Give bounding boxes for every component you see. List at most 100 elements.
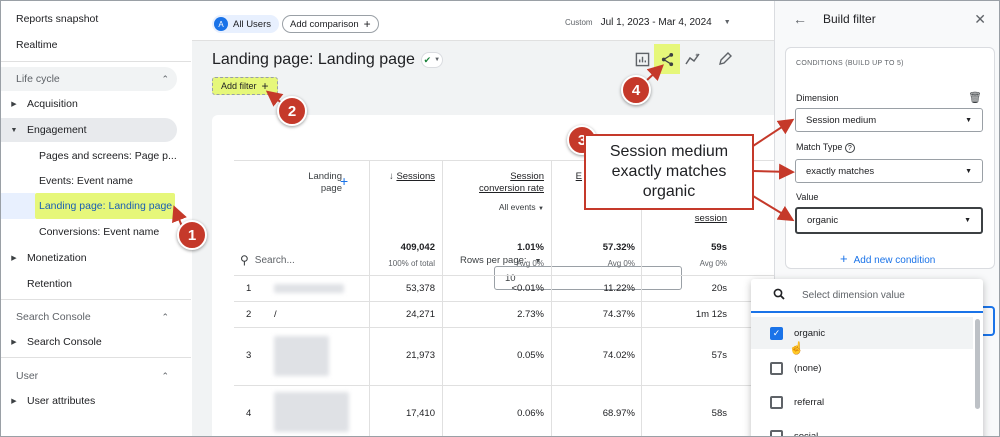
total-sub: Avg 0%	[516, 259, 544, 268]
divider	[1, 299, 191, 300]
option-organic[interactable]: ✓ organic ☝	[751, 317, 973, 355]
edit-icon[interactable]	[715, 49, 735, 69]
dimension-select[interactable]: Session medium ▼	[795, 108, 983, 132]
page-title: Landing page: Landing page ✔ ▼	[212, 51, 443, 69]
annotation-callout: Session medium exactly matches organic	[584, 134, 754, 210]
customize-report-icon[interactable]	[632, 49, 652, 69]
expand-arrow-icon: ▶	[11, 339, 17, 346]
dropdown-arrow-icon: ▼	[964, 217, 971, 224]
dimension-label: Dimension	[796, 93, 839, 103]
check-status-icon[interactable]: ✔ ▼	[420, 52, 443, 68]
divider	[1, 357, 191, 358]
total-engagement: 57.32%	[602, 242, 635, 253]
option-social[interactable]: social	[751, 420, 973, 436]
add-filter-button[interactable]: Add filter +	[212, 77, 278, 95]
annotation-badge-2: 2	[277, 96, 307, 126]
expand-arrow-icon: ▶	[11, 255, 17, 262]
section-lifecycle[interactable]: Life cycle ⌃	[1, 67, 177, 91]
add-dimension-icon[interactable]: +	[340, 174, 348, 188]
main-content: A All Users Add comparison + Custom Jul 1, …	[192, 1, 774, 436]
total-sessions: 409,042	[400, 242, 435, 253]
divider	[1, 61, 191, 62]
add-new-condition-button[interactable]: + Add new condition	[840, 251, 935, 266]
chevron-up-icon: ⌃	[161, 73, 169, 84]
checkbox-icon[interactable]	[770, 395, 783, 409]
sidebar-item-pages-screens[interactable]: Pages and screens: Page p...	[1, 144, 177, 168]
value-label: Value	[796, 192, 819, 202]
redacted-text	[274, 284, 344, 293]
chevron-up-icon: ⌃	[161, 311, 169, 322]
total-sub: Avg 0%	[699, 259, 727, 268]
column-header-duration[interactable]: session	[662, 213, 727, 225]
option-referral[interactable]: referral	[751, 386, 973, 418]
option-none[interactable]: (none)	[751, 352, 973, 384]
insights-icon[interactable]	[683, 49, 703, 69]
avatar: A	[214, 17, 228, 31]
table-search[interactable]: ⚲ Search...	[240, 253, 295, 267]
column-header-landing-page[interactable]: Landing page	[290, 171, 342, 195]
value-search-input[interactable]: Select dimension value	[751, 279, 983, 313]
plus-icon: +	[840, 251, 848, 266]
checkbox-checked-icon[interactable]: ✓	[770, 326, 783, 340]
plus-icon: +	[261, 79, 269, 93]
match-type-label: Match Type ?	[796, 142, 855, 153]
all-users-chip[interactable]: A All Users	[212, 15, 280, 33]
column-header-sessions[interactable]: ↓ Sessions	[377, 171, 435, 183]
checkbox-icon[interactable]	[770, 429, 783, 436]
conversion-event-select[interactable]: All events ▼	[462, 201, 544, 215]
search-icon	[773, 288, 785, 303]
column-header-engagement[interactable]: E	[572, 171, 582, 183]
expand-arrow-icon: ▶	[11, 398, 17, 405]
column-header-conversion-rate[interactable]: Session conversion rate	[462, 171, 544, 195]
date-range-picker[interactable]: Custom Jul 1, 2023 - Mar 4, 2024 ▼	[565, 17, 731, 28]
table-row[interactable]: 1 53,378 <0.01% 11.22% 20s	[234, 276, 774, 301]
section-search-console[interactable]: Search Console ⌃	[1, 305, 177, 329]
chevron-down-icon: ▼	[723, 19, 731, 26]
redacted-text	[274, 392, 349, 432]
dropdown-arrow-icon: ▼	[965, 167, 972, 175]
search-icon: ⚲	[240, 253, 249, 267]
dropdown-arrow-icon: ▼	[965, 116, 972, 124]
expand-arrow-icon: ▶	[11, 101, 17, 108]
sidebar-item-landing-page[interactable]: Landing page: Landing page	[1, 194, 177, 218]
table-row[interactable]: 3 21,973 0.05% 74.02% 57s	[234, 328, 774, 385]
conditions-header: CONDITIONS (BUILD UP TO 5)	[796, 60, 904, 67]
trash-icon[interactable]: 🗑	[968, 91, 982, 104]
top-bar: A All Users Add comparison + Custom Jul 1, …	[192, 1, 774, 41]
sidebar-item-conversions[interactable]: Conversions: Event name	[1, 220, 177, 244]
sidebar-item-engagement[interactable]: ▼ Engagement	[1, 118, 177, 142]
panel-header: ← Build filter ✕	[793, 10, 986, 28]
sidebar-item-monetization[interactable]: ▶ Monetization	[1, 246, 177, 270]
match-type-select[interactable]: exactly matches ▼	[795, 159, 983, 183]
help-icon[interactable]: ?	[844, 143, 855, 153]
value-select[interactable]: organic ▼	[795, 207, 983, 234]
sidebar-item-retention[interactable]: Retention	[1, 272, 177, 296]
dimension-value-dropdown: Select dimension value ✓ organic ☝ (none) …	[751, 279, 983, 436]
total-sub: 100% of total	[388, 259, 435, 268]
sidebar-item-realtime[interactable]: Realtime	[1, 33, 177, 57]
sidebar-item-search-console[interactable]: ▶ Search Console	[1, 330, 177, 354]
table-row[interactable]: 2 / 24,271 2.73% 74.37% 1m 12s	[234, 302, 774, 327]
sidebar-item-acquisition[interactable]: ▶ Acquisition	[1, 92, 177, 116]
app-frame: Reports snapshot Realtime Life cycle ⌃ ▶ A…	[0, 0, 1000, 437]
collapse-arrow-icon: ▼	[10, 126, 18, 134]
conditions-box	[785, 47, 995, 269]
share-icon[interactable]	[657, 49, 677, 69]
sidebar: Reports snapshot Realtime Life cycle ⌃ ▶ A…	[1, 1, 191, 436]
add-comparison-button[interactable]: Add comparison +	[282, 15, 379, 33]
sidebar-item-user-attributes[interactable]: ▶ User attributes	[1, 389, 177, 413]
chevron-up-icon: ⌃	[161, 370, 169, 381]
sidebar-item-events[interactable]: Events: Event name	[1, 169, 177, 193]
sidebar-item-reports-snapshot[interactable]: Reports snapshot	[1, 7, 177, 31]
back-arrow-icon[interactable]: ←	[793, 11, 807, 27]
annotation-badge-1: 1	[177, 220, 207, 250]
scrollbar[interactable]	[975, 319, 980, 409]
section-user[interactable]: User ⌃	[1, 364, 177, 388]
checkbox-icon[interactable]	[770, 361, 783, 375]
total-duration: 59s	[711, 242, 727, 253]
close-icon[interactable]: ✕	[974, 11, 986, 28]
redacted-text	[274, 336, 329, 376]
total-conversion-rate: 1.01%	[517, 242, 544, 253]
plus-icon: +	[363, 17, 371, 31]
table-row[interactable]: 4 17,410 0.06% 68.97% 58s	[234, 386, 774, 436]
